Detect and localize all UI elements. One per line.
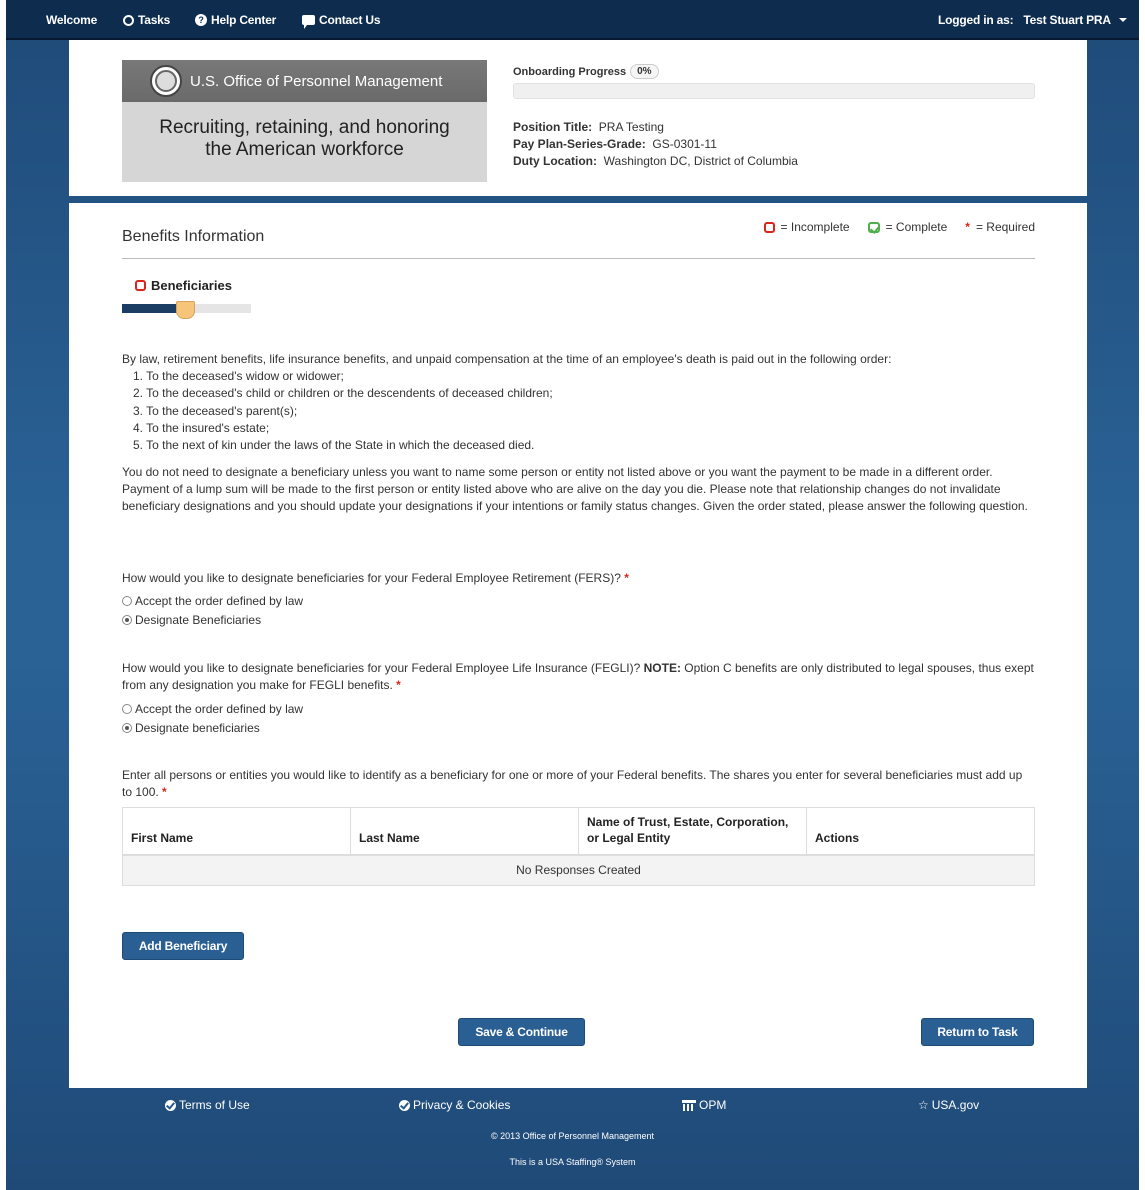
order-list: 1. To the deceased's widow or widower; 2… — [133, 368, 553, 454]
nav-tasks-label: Tasks — [138, 13, 171, 27]
pay-plan: GS-0301-11 — [652, 137, 717, 151]
divider — [122, 258, 1035, 259]
incomplete-icon — [763, 221, 775, 233]
question-icon: ? — [195, 14, 207, 26]
top-nav: Welcome Tasks ? Help Center Contact Us L… — [6, 0, 1139, 40]
nav-tasks[interactable]: Tasks — [123, 13, 170, 27]
opm-link[interactable]: OPM — [682, 1098, 726, 1112]
add-beneficiary-button[interactable]: Add Beneficiary — [122, 932, 244, 960]
list-item: 3. To the deceased's parent(s); — [133, 403, 298, 418]
logged-in-label: Logged in as: — [938, 13, 1014, 27]
required-icon: * — [624, 571, 629, 585]
col-actions: Actions — [806, 807, 1035, 856]
main-panel: Benefits Information = Incomplete = Comp… — [69, 203, 1087, 1088]
table-header-row: First Name Last Name Name of Trust, Esta… — [122, 807, 1035, 856]
complete-icon — [867, 221, 880, 233]
section-title: Beneficiaries — [151, 278, 232, 293]
explanation-text: You do not need to designate a beneficia… — [122, 465, 1028, 513]
required-icon: * — [965, 220, 970, 234]
page-title: Benefits Information — [122, 228, 265, 245]
position-info: Position Title: PRA Testing Pay Plan-Ser… — [513, 120, 798, 168]
fegli-question: How would you like to designate benefici… — [122, 661, 1034, 692]
col-last-name: Last Name — [350, 807, 579, 856]
progress-badge: 0% — [630, 64, 659, 79]
radio-selected-icon[interactable] — [122, 615, 132, 625]
org-name: U.S. Office of Personnel Management — [190, 72, 443, 90]
privacy-link[interactable]: Privacy & Cookies — [399, 1098, 510, 1112]
section-stepper — [122, 301, 251, 319]
intro-text: By law, retirement benefits, life insura… — [122, 352, 892, 366]
tasks-icon — [123, 14, 134, 26]
radio-icon[interactable] — [122, 596, 132, 606]
fers-accept-radio[interactable]: Accept the order defined by law — [122, 594, 303, 608]
col-first-name: First Name — [122, 807, 351, 856]
onboarding-progress-label: Onboarding Progress 0% — [513, 64, 659, 79]
check-circle-icon — [399, 1099, 410, 1111]
onboarding-progress-bar — [513, 83, 1035, 99]
copyright: © 2013 Office of Personnel Management — [490, 1131, 655, 1141]
building-icon — [682, 1099, 696, 1111]
list-item: 2. To the deceased's child or children o… — [133, 386, 553, 401]
incomplete-icon — [135, 280, 146, 291]
system-note: This is a USA Staffing® System — [509, 1157, 636, 1167]
fegli-designate-radio[interactable]: Designate beneficiaries — [122, 721, 260, 735]
nav-welcome[interactable]: Welcome — [46, 13, 97, 27]
nav-contact-label: Contact Us — [319, 13, 381, 27]
check-circle-icon — [165, 1099, 176, 1111]
beneficiary-table: First Name Last Name Name of Trust, Esta… — [122, 807, 1035, 886]
required-icon: * — [162, 785, 167, 799]
empty-table-message: No Responses Created — [122, 854, 1035, 886]
list-item: 5. To the next of kin under the laws of … — [133, 438, 535, 453]
footer-links: Terms of Use Privacy & Cookies OPM ☆ USA… — [6, 1098, 1139, 1114]
return-to-task-button[interactable]: Return to Task — [921, 1018, 1034, 1046]
terms-link[interactable]: Terms of Use — [165, 1098, 250, 1112]
required-icon: * — [396, 678, 401, 692]
nav-help-center[interactable]: ? Help Center — [195, 13, 276, 27]
user-menu[interactable]: Logged in as: Test Stuart PRA — [938, 13, 1127, 27]
usa-gov-link[interactable]: ☆ USA.gov — [918, 1098, 979, 1112]
col-entity-name: Name of Trust, Estate, Corporation, or L… — [578, 807, 807, 856]
user-name: Test Stuart PRA — [1023, 13, 1111, 27]
beneficiary-instructions: Enter all persons or entities you would … — [122, 768, 1023, 799]
comment-icon — [302, 15, 315, 29]
radio-icon[interactable] — [122, 704, 132, 714]
section-header: Beneficiaries — [135, 278, 232, 293]
stepper-fill — [122, 304, 180, 313]
caret-down-icon — [1118, 18, 1127, 22]
table-row: No Responses Created — [122, 854, 1035, 886]
position-title: PRA Testing — [598, 120, 664, 134]
star-icon: ☆ — [918, 1098, 929, 1112]
save-continue-button[interactable]: Save & Continue — [458, 1018, 585, 1046]
header-panel: U.S. Office of Personnel Management Recr… — [69, 40, 1087, 196]
tagline-line1: Recruiting, retaining, and honoring — [159, 117, 450, 138]
list-item: 1. To the deceased's widow or widower; — [133, 369, 344, 383]
fegli-accept-radio[interactable]: Accept the order defined by law — [122, 702, 303, 716]
fers-question: How would you like to designate benefici… — [122, 571, 629, 585]
fers-designate-radio[interactable]: Designate Beneficiaries — [122, 613, 261, 627]
list-item: 4. To the insured's estate; — [133, 420, 270, 435]
opm-seal-icon — [150, 65, 182, 97]
tagline-line2: the American workforce — [205, 139, 404, 160]
duty-location: Washington DC, District of Columbia — [603, 154, 798, 168]
stepper-marker — [176, 301, 195, 319]
nav-contact-us[interactable]: Contact Us — [302, 13, 381, 29]
nav-help-label: Help Center — [211, 13, 277, 27]
status-legend: = Incomplete = Complete * = Required — [763, 220, 1035, 234]
radio-selected-icon[interactable] — [122, 723, 132, 733]
opm-banner: U.S. Office of Personnel Management Recr… — [122, 60, 487, 182]
